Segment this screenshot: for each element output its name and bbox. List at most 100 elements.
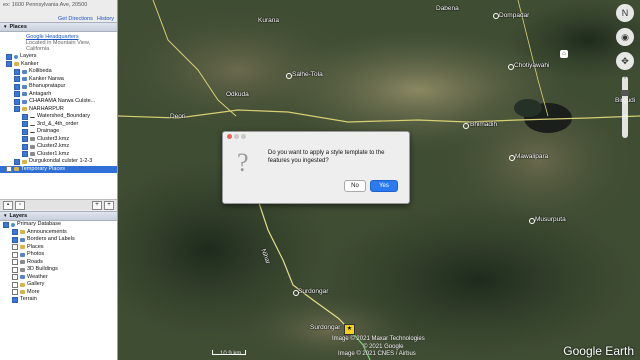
show-sidebar-button[interactable]: ▪ (3, 200, 13, 210)
layer-3d-buildings[interactable]: 3D Buildings (0, 266, 117, 274)
place-item-kanker[interactable]: Kanker (0, 61, 117, 69)
checkbox[interactable] (6, 166, 12, 173)
place-item-narharpur[interactable]: NARHARPUR (0, 106, 117, 114)
map-label-bhimadih[interactable]: Bhimadih (470, 121, 497, 128)
minimize-window-icon[interactable] (234, 134, 239, 139)
checkbox[interactable] (12, 281, 18, 288)
checkbox[interactable] (12, 296, 18, 303)
checkbox[interactable] (3, 221, 9, 228)
place-item-charama[interactable]: CHARAMA Narwa Culste... (0, 98, 117, 106)
checkbox[interactable] (12, 289, 18, 296)
map-pin[interactable] (529, 218, 535, 224)
map-label-musurputa[interactable]: Musurputa (535, 216, 566, 223)
placemark-icon[interactable]: ★ (344, 324, 355, 335)
place-item-temporary[interactable]: Temporary Places (0, 165, 117, 173)
tour-button[interactable]: ▫ (15, 200, 25, 210)
get-directions-link[interactable]: Get Directions (58, 16, 93, 22)
checkbox[interactable] (6, 53, 12, 60)
layer-weather[interactable]: Weather (0, 274, 117, 282)
map-label-odkuda[interactable]: Odkuda (226, 91, 249, 98)
checkbox[interactable] (22, 143, 28, 150)
map-pin[interactable] (509, 155, 515, 161)
more-icon (20, 290, 25, 295)
look-control-icon[interactable]: ◉ (616, 28, 634, 46)
map-label-chotiyawahi[interactable]: Chotiyawahi (514, 62, 549, 69)
zoom-window-icon[interactable] (241, 134, 246, 139)
map-pin[interactable] (508, 64, 514, 70)
zoom-handle[interactable] (621, 90, 629, 96)
checkbox[interactable] (6, 61, 12, 68)
checkbox[interactable] (22, 128, 28, 135)
checkbox[interactable] (12, 229, 18, 236)
layer-terrain[interactable]: Terrain (0, 296, 117, 304)
layer-more[interactable]: More (0, 289, 117, 297)
search-result[interactable]: Google Headquarters Located in Mountain … (0, 32, 117, 53)
map-pin[interactable] (493, 13, 499, 19)
move-control-icon[interactable]: ✥ (616, 52, 634, 70)
layer-roads[interactable]: Roads (0, 259, 117, 267)
collapse-triangle-icon[interactable]: ▼ (3, 212, 7, 220)
place-item-cluster1[interactable]: Cluster1.kmz (0, 151, 117, 159)
layer-primary-database[interactable]: Primary Database (0, 221, 117, 229)
layer-announcements[interactable]: Announcements (0, 229, 117, 237)
checkbox[interactable] (14, 76, 20, 83)
place-item-kanker-narwa[interactable]: Kanker Narwa (0, 76, 117, 84)
checkbox[interactable] (22, 136, 28, 143)
checkbox[interactable] (12, 259, 18, 266)
map-pin[interactable] (463, 123, 469, 129)
layer-borders[interactable]: Borders and Labels (0, 236, 117, 244)
checkbox[interactable] (14, 158, 20, 165)
place-item-order[interactable]: 3rd_&_4th_order (0, 121, 117, 129)
map-label-surdongar[interactable]: Surdongar (298, 288, 328, 295)
map-label-mawalipara[interactable]: Mawalipara (515, 153, 548, 160)
zoom-slider[interactable]: + (621, 74, 629, 138)
layers-panel-header[interactable]: ▼ Layers (0, 211, 117, 221)
place-marker-icon[interactable]: ⌂ (560, 50, 568, 58)
place-item-cluster3[interactable]: Cluster3.kmz (0, 136, 117, 144)
layer-photos[interactable]: Photos (0, 251, 117, 259)
place-label: NARHARPUR (29, 105, 64, 112)
checkbox[interactable] (22, 121, 28, 128)
yes-button[interactable]: Yes (370, 180, 398, 192)
map-pin[interactable] (293, 290, 299, 296)
place-item-bhanupratapur[interactable]: Bhanupratapur (0, 83, 117, 91)
checkbox[interactable] (12, 244, 18, 251)
close-window-icon[interactable] (227, 134, 232, 139)
history-link[interactable]: History (97, 16, 114, 22)
checkbox[interactable] (14, 68, 20, 75)
checkbox[interactable] (22, 113, 28, 120)
checkbox[interactable] (12, 251, 18, 258)
place-item-layers[interactable]: Layers (0, 53, 117, 61)
no-button[interactable]: No (344, 180, 366, 192)
map-label-kurana[interactable]: Kurana (258, 17, 279, 24)
place-item-drainage[interactable]: Drainage (0, 128, 117, 136)
checkbox[interactable] (14, 98, 20, 105)
place-item-durgukondal[interactable]: Durgukondal culster 1-2-3 (0, 158, 117, 166)
place-item-antagarh[interactable]: Antagarh (0, 91, 117, 99)
place-item-kollibeda[interactable]: Kollibeda (0, 68, 117, 76)
layers-tree: Primary Database Announcements Borders a… (0, 221, 117, 360)
zoom-in-icon[interactable]: + (621, 74, 629, 82)
checkbox[interactable] (14, 83, 20, 90)
map-label-surdongar-2[interactable]: Surdongar (310, 324, 340, 331)
map-pin[interactable] (286, 73, 292, 79)
places-panel-header[interactable]: ▼ Places (0, 22, 117, 32)
map-label-deori[interactable]: Deori (170, 113, 186, 120)
compass-icon[interactable]: N (616, 4, 634, 22)
place-item-watershed[interactable]: Watershed_Boundary (0, 113, 117, 121)
checkbox[interactable] (14, 91, 20, 98)
map-label-salhe-tola[interactable]: Salhe-Tola (292, 71, 323, 78)
checkbox[interactable] (12, 236, 18, 243)
map-label-dabena[interactable]: Dabena (436, 5, 459, 12)
checkbox[interactable] (12, 274, 18, 281)
place-item-cluster2[interactable]: Cluster2.kmz (0, 143, 117, 151)
checkbox[interactable] (14, 106, 20, 113)
checkbox[interactable] (12, 266, 18, 273)
add-button[interactable]: + (92, 200, 102, 210)
checkbox[interactable] (22, 151, 28, 158)
layer-gallery[interactable]: Gallery (0, 281, 117, 289)
map-label-dompadar[interactable]: Dompadar (499, 12, 529, 19)
collapse-triangle-icon[interactable]: ▼ (3, 23, 7, 31)
add-folder-button[interactable]: + (104, 200, 114, 210)
layer-places[interactable]: Places (0, 244, 117, 252)
